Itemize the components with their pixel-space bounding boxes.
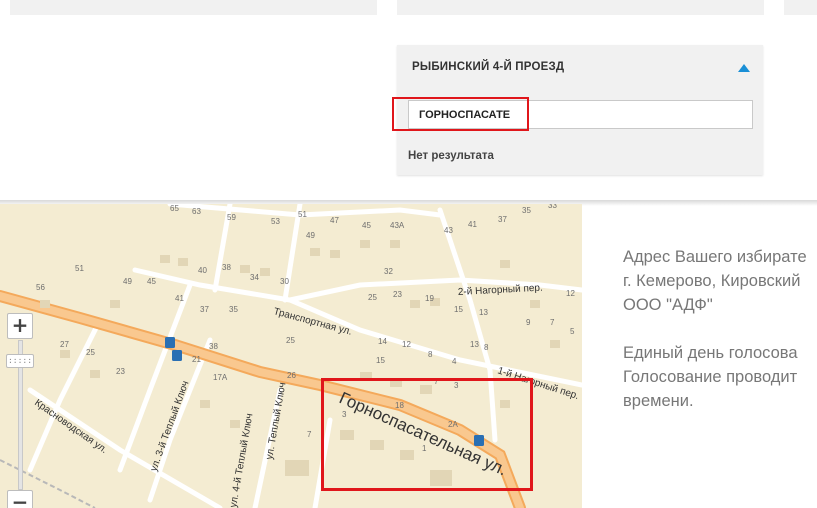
- house-number: 35: [229, 305, 238, 314]
- house-number: 53: [271, 217, 280, 226]
- house-number: 23: [393, 290, 402, 299]
- house-number: 13: [470, 340, 479, 349]
- house-number: 41: [175, 294, 184, 303]
- house-number: 17А: [213, 373, 228, 382]
- house-number: 32: [384, 267, 393, 276]
- top-card-middle: [397, 0, 764, 15]
- house-number: 14: [378, 337, 387, 346]
- street-dropdown: РЫБИНСКИЙ 4-Й ПРОЕЗД Нет результата: [397, 45, 763, 175]
- house-number: 35: [522, 206, 531, 215]
- info-line: г. Кемерово, Кировский: [623, 272, 801, 290]
- house-number: 25: [368, 293, 377, 302]
- street-label-gornospasatelnaya: Горноспасательная ул.: [336, 388, 509, 479]
- house-number: 12: [566, 289, 575, 298]
- info-line: времени.: [623, 392, 694, 410]
- house-number: 49: [123, 277, 132, 286]
- map-view[interactable]: 65 63 59 53 51 47 45 43А 43 41 37 35 33 …: [0, 204, 582, 508]
- info-line: Голосование проводит: [623, 368, 798, 386]
- house-number: 7: [434, 377, 439, 386]
- house-number: 23: [116, 367, 125, 376]
- house-number: 59: [227, 213, 236, 222]
- house-number: 5: [570, 327, 575, 336]
- house-number: 40: [198, 266, 207, 275]
- house-number: 27: [60, 340, 69, 349]
- house-number: 63: [192, 207, 201, 216]
- house-number: 56: [36, 283, 45, 292]
- house-number: 34: [250, 273, 259, 282]
- house-number: 7: [307, 430, 312, 439]
- dropdown-selected-label: РЫБИНСКИЙ 4-Й ПРОЕЗД: [412, 61, 565, 73]
- zoom-slider-handle[interactable]: :::::: [6, 354, 34, 368]
- chevron-up-icon[interactable]: [738, 64, 750, 72]
- house-number: 37: [200, 305, 209, 314]
- house-number: 47: [330, 216, 339, 225]
- house-number: 25: [86, 348, 95, 357]
- house-number: 25: [286, 336, 295, 345]
- map-canvas[interactable]: 65 63 59 53 51 47 45 43А 43 41 37 35 33 …: [0, 204, 582, 508]
- house-number: 13: [479, 308, 488, 317]
- house-number: 38: [209, 342, 218, 351]
- house-number: 8: [428, 350, 433, 359]
- zoom-in-button[interactable]: +: [7, 313, 33, 339]
- top-card-right: [784, 0, 817, 15]
- street-label-nagorny2: 2-й Нагорный пер.: [458, 283, 543, 298]
- street-label-teply-klyuch3: ул. 3-й Теплый Ключ: [148, 380, 191, 474]
- house-number: 51: [75, 264, 84, 273]
- house-number: 3: [454, 381, 459, 390]
- house-number: 65: [170, 204, 179, 213]
- house-number: 43: [444, 226, 453, 235]
- house-number: 21: [192, 355, 201, 364]
- street-label-krasnovodskaya: Красноводская ул.: [32, 397, 109, 455]
- house-number: 51: [298, 210, 307, 219]
- house-number: 9: [526, 318, 531, 327]
- house-number: 15: [376, 356, 385, 365]
- house-number: 43А: [390, 221, 405, 230]
- house-number: 38: [222, 263, 231, 272]
- house-number: 33: [548, 204, 557, 210]
- info-line: Адрес Вашего избирате: [623, 248, 807, 266]
- house-number: 7: [550, 318, 555, 327]
- dropdown-header[interactable]: РЫБИНСКИЙ 4-Й ПРОЕЗД: [397, 45, 763, 89]
- info-line: ООО "АДФ": [623, 296, 713, 314]
- street-search-input[interactable]: [408, 100, 753, 129]
- house-number: 49: [306, 231, 315, 240]
- info-line: Единый день голосова: [623, 344, 798, 362]
- street-label-teply-klyuch: ул. Теплый Ключ: [264, 382, 288, 461]
- house-number: 30: [280, 277, 289, 286]
- house-number: 4: [452, 357, 457, 366]
- house-number: 41: [468, 220, 477, 229]
- house-number: 37: [498, 215, 507, 224]
- house-number: 45: [147, 277, 156, 286]
- house-number: 12: [402, 340, 411, 349]
- house-number: 8: [484, 343, 489, 352]
- house-number: 19: [425, 294, 434, 303]
- top-card-left: [10, 0, 377, 15]
- house-number: 45: [362, 221, 371, 230]
- voting-info: Адрес Вашего избирате г. Кемерово, Киров…: [623, 245, 817, 413]
- zoom-out-button[interactable]: −: [7, 490, 33, 508]
- house-number: 18: [395, 401, 404, 410]
- no-result-text: Нет результата: [408, 150, 494, 162]
- house-number: 2А: [448, 420, 458, 429]
- house-number: 15: [454, 305, 463, 314]
- house-number: 26: [287, 371, 296, 380]
- house-number: 3: [342, 410, 347, 419]
